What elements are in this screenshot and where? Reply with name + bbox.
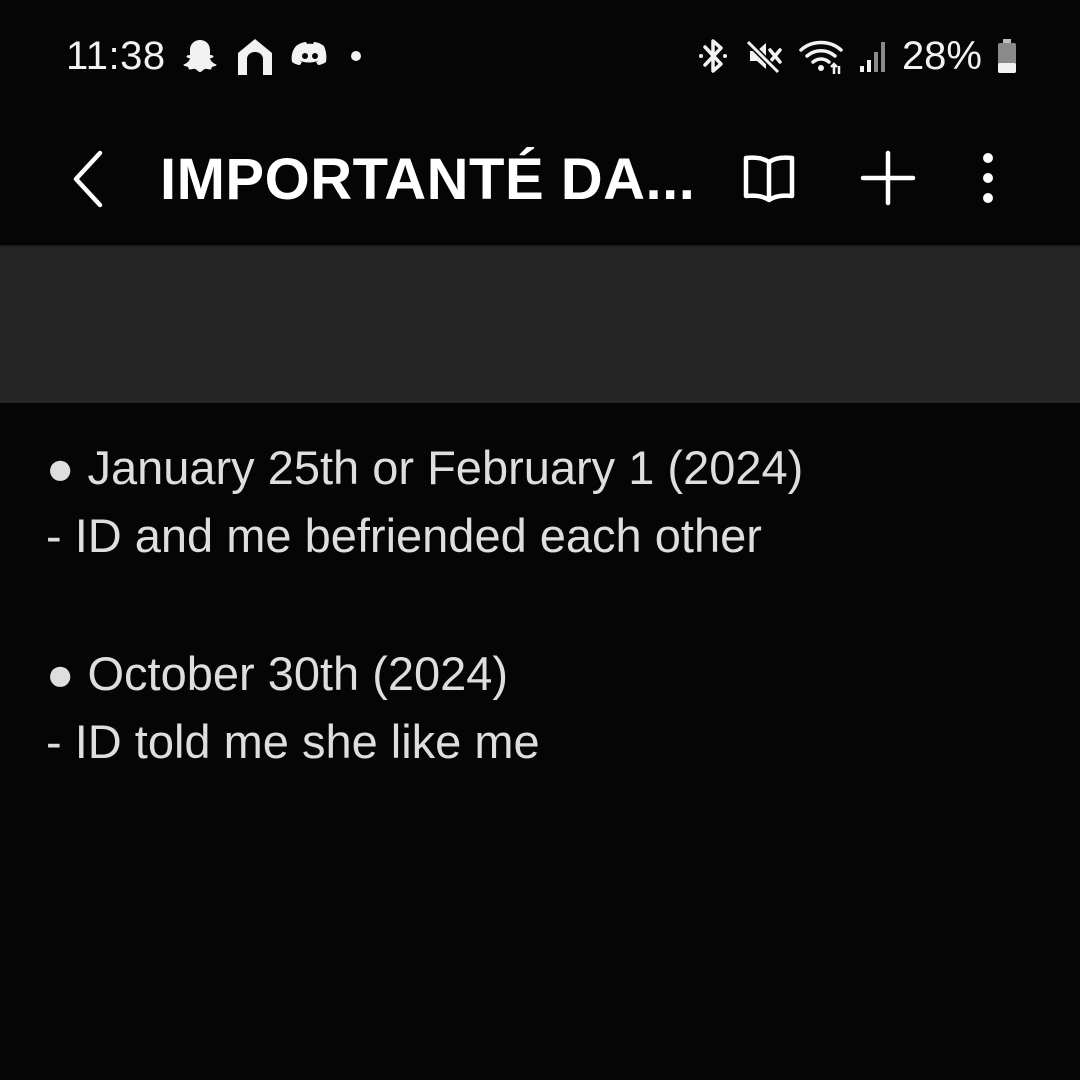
add-button[interactable]	[852, 138, 924, 218]
plus-icon	[860, 150, 916, 206]
status-time: 11:38	[66, 33, 166, 78]
status-left: 11:38	[66, 34, 368, 79]
more-vert-icon	[983, 153, 993, 203]
wifi-icon	[798, 36, 844, 76]
back-arrow-icon	[73, 150, 103, 208]
note-line: - ID told me she like me	[46, 715, 540, 768]
app-bar: IMPORTANTÉ DA...	[0, 112, 1080, 246]
note-body[interactable]: ● January 25th or February 1 (2024) - ID…	[46, 434, 1046, 776]
battery-percent: 28%	[901, 33, 982, 78]
back-button[interactable]	[58, 134, 122, 224]
note-title: IMPORTANTÉ DA...	[160, 147, 696, 212]
discord-icon	[290, 36, 330, 76]
note-line: ● October 30th (2024)	[46, 647, 509, 700]
snapchat-icon	[180, 36, 220, 76]
home-icon	[234, 35, 276, 77]
note-line: - ID and me befriended each other	[46, 509, 762, 562]
dot-icon	[344, 44, 368, 68]
bluetooth-icon	[696, 36, 730, 76]
status-bar: 11:38 28%	[0, 0, 1080, 112]
status-right: 28%	[696, 34, 1018, 79]
battery-icon	[996, 36, 1018, 76]
note-blank-line	[46, 570, 1046, 640]
reading-mode-button[interactable]	[734, 138, 804, 218]
signal-icon	[858, 36, 888, 76]
book-icon	[743, 155, 795, 203]
note-line: ● January 25th or February 1 (2024)	[46, 441, 804, 494]
toolbar-band	[0, 247, 1080, 403]
mute-icon	[744, 36, 784, 76]
more-options-button[interactable]	[958, 138, 1018, 218]
